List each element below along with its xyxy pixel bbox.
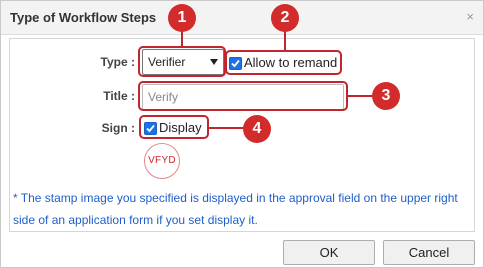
callout-badge-3: 3	[372, 82, 400, 110]
highlight-allow-remand	[225, 50, 342, 75]
workflow-steps-dialog: Type of Workflow Steps × Type : Verifier…	[0, 0, 484, 268]
callout-line-1	[181, 31, 183, 47]
callout-badge-1: 1	[168, 4, 196, 32]
dialog-title: Type of Workflow Steps	[10, 10, 157, 25]
callout-line-4	[209, 127, 245, 129]
ok-button[interactable]: OK	[283, 240, 375, 265]
title-label: Title :	[103, 89, 135, 103]
dialog-titlebar: Type of Workflow Steps ×	[1, 1, 483, 35]
close-icon[interactable]: ×	[466, 10, 474, 24]
callout-line-2	[284, 31, 286, 51]
callout-line-3	[347, 95, 372, 97]
stamp-image: VFYD	[144, 143, 180, 179]
callout-badge-4: 4	[243, 115, 271, 143]
type-label: Type :	[100, 55, 135, 69]
callout-badge-2: 2	[271, 4, 299, 32]
sign-label: Sign :	[101, 121, 135, 135]
highlight-display	[139, 115, 209, 139]
stamp-help-note: * The stamp image you specified is displ…	[13, 191, 458, 227]
stamp-text: VFYD	[148, 155, 176, 166]
cancel-button[interactable]: Cancel	[383, 240, 475, 265]
highlight-title	[138, 81, 348, 111]
highlight-type	[138, 46, 226, 77]
